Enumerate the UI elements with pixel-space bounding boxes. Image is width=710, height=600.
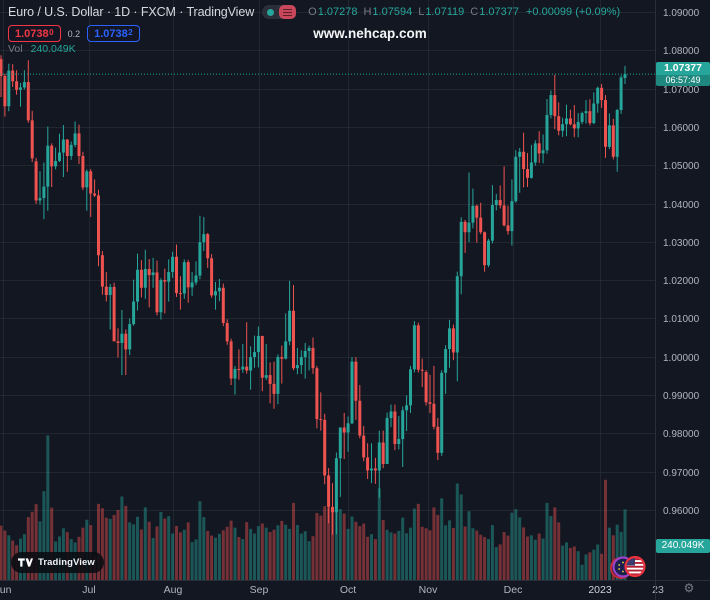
candlestick-chart[interactable]: 1.09000 1.08000 1.07000 1.06000 1.05000 1.040… xyxy=(0,0,710,600)
bar-countdown: 06:57:49 xyxy=(656,75,710,86)
last-price-value: 1.07377 xyxy=(664,62,702,74)
svg-text:0.98000: 0.98000 xyxy=(663,429,700,440)
svg-text:0.96000: 0.96000 xyxy=(663,506,700,517)
symbol-title[interactable]: Euro / U.S. Dollar · 1D · FXCM · Trading… xyxy=(8,5,254,19)
svg-text:Sep: Sep xyxy=(250,584,269,596)
svg-text:0.99000: 0.99000 xyxy=(663,391,700,402)
high-label: H xyxy=(363,6,372,18)
tradingview-icon xyxy=(18,558,33,567)
svg-text:Dec: Dec xyxy=(504,584,523,596)
visible-dot-icon xyxy=(267,8,275,16)
low-label: L xyxy=(418,6,425,18)
vol-value: 240.049K xyxy=(30,43,76,55)
svg-text:1.04000: 1.04000 xyxy=(663,200,700,211)
svg-text:1.02000: 1.02000 xyxy=(663,276,700,287)
svg-text:Nov: Nov xyxy=(419,584,438,596)
spread-value: 0.2 xyxy=(67,28,81,39)
svg-text:Jul: Jul xyxy=(82,584,95,596)
legend-menu-icon[interactable] xyxy=(279,5,297,19)
svg-text:1.05000: 1.05000 xyxy=(663,161,700,172)
change-value: +0.00099 (+0.09%) xyxy=(525,6,621,18)
svg-text:1.00000: 1.00000 xyxy=(663,353,700,364)
tradingview-logo-button[interactable]: TradingView xyxy=(11,552,104,573)
us-flag-icon xyxy=(624,555,646,578)
svg-text:1.03000: 1.03000 xyxy=(663,238,700,249)
svg-text:1.08000: 1.08000 xyxy=(663,46,700,57)
svg-text:1.06000: 1.06000 xyxy=(663,123,700,134)
source-visibility-toggle[interactable] xyxy=(262,5,297,19)
vol-label: Vol xyxy=(8,43,23,55)
svg-text:Aug: Aug xyxy=(164,584,183,596)
svg-text:1.07000: 1.07000 xyxy=(663,85,700,96)
close-label: C xyxy=(470,6,479,18)
volume-axis-label: 240.049K xyxy=(656,539,710,553)
volume-legend: Vol 240.049K xyxy=(8,43,76,55)
sell-button[interactable]: 1.0738 0 xyxy=(8,25,61,42)
bid-ask-panel: 1.0738 0 0.2 1.0738 2 xyxy=(8,25,140,42)
high-value: 1.07594 xyxy=(372,6,413,18)
chart-legend: Euro / U.S. Dollar · 1D · FXCM · Trading… xyxy=(8,5,620,19)
svg-text:23: 23 xyxy=(652,584,664,596)
ohlc-values: O 1.07278 H 1.07594 L 1.07119 C 1.07377 +0.0… xyxy=(308,6,620,18)
watermark-text: www.nehcap.com xyxy=(313,26,427,41)
buy-button[interactable]: 1.0738 2 xyxy=(87,25,140,42)
tradingview-chart-window: 1.09000 1.08000 1.07000 1.06000 1.05000 1.040… xyxy=(0,0,710,600)
svg-text:0.97000: 0.97000 xyxy=(663,468,700,479)
axis-settings-gear-icon[interactable]: ⚙ xyxy=(681,580,697,596)
svg-text:Jun: Jun xyxy=(0,584,12,596)
tradingview-label: TradingView xyxy=(38,557,95,568)
open-label: O xyxy=(308,6,317,18)
close-value: 1.07377 xyxy=(479,6,519,18)
low-value: 1.07119 xyxy=(425,6,465,18)
svg-text:1.01000: 1.01000 xyxy=(663,314,700,325)
open-value: 1.07278 xyxy=(317,6,358,18)
svg-text:Oct: Oct xyxy=(340,584,356,596)
last-price-label: 1.07377 06:57:49 xyxy=(656,62,710,86)
svg-text:1.09000: 1.09000 xyxy=(663,8,700,19)
economic-events-marker[interactable] xyxy=(606,552,648,587)
